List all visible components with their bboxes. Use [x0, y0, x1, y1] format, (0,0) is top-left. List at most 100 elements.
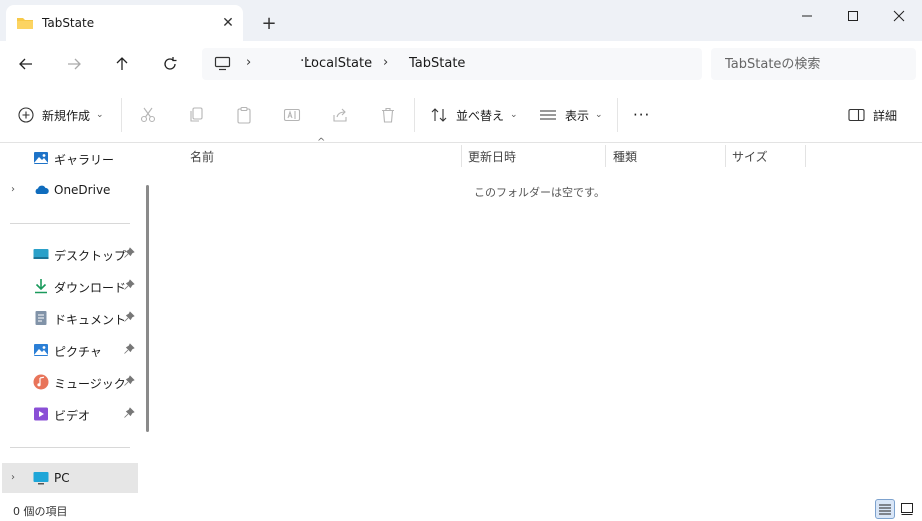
computer-icon [33, 470, 49, 486]
sidebar-scrollbar[interactable] [146, 185, 149, 432]
column-header-type[interactable]: 種類 [613, 148, 637, 168]
minimize-button[interactable] [784, 0, 830, 32]
sidebar-item-onedrive[interactable]: › OneDrive [0, 175, 138, 205]
column-divider[interactable] [461, 145, 462, 167]
scissors-icon [140, 107, 156, 123]
paste-button[interactable] [234, 105, 254, 125]
sort-button[interactable]: 並べ替え ⌄ [430, 100, 518, 130]
sidebar-item-documents[interactable]: ドキュメント [0, 303, 138, 333]
sidebar-item-label: ダウンロード [54, 281, 127, 295]
chevron-down-icon: ⌄ [510, 110, 518, 120]
sidebar-item-label: PC [54, 471, 70, 485]
sidebar-item-label: ドキュメント [54, 313, 127, 327]
sidebar-item-videos[interactable]: ビデオ [0, 399, 138, 429]
sidebar-item-gallery[interactable]: ギャラリー [0, 143, 138, 173]
sort-ascending-icon: ^ [317, 137, 326, 148]
pin-icon[interactable] [123, 343, 135, 355]
rename-icon [283, 108, 301, 122]
copy-icon [190, 107, 203, 122]
maximize-button[interactable] [830, 0, 876, 32]
column-header-size[interactable]: サイズ [732, 148, 768, 168]
sidebar-item-label: OneDrive [54, 183, 111, 197]
sidebar-item-label: ピクチャ [54, 345, 102, 359]
copy-button[interactable] [186, 105, 206, 125]
tab-tabstate[interactable]: TabState ✕ [6, 5, 243, 41]
clipboard-icon [237, 106, 251, 124]
title-bar: TabState ✕ + [0, 0, 922, 41]
divider [617, 98, 618, 132]
sidebar-item-label: ミュージック [54, 377, 126, 391]
tiles-view-button[interactable] [897, 499, 917, 519]
breadcrumb-localstate[interactable]: LocalState [304, 56, 372, 71]
breadcrumb-separator[interactable]: › [383, 55, 388, 70]
divider [10, 447, 130, 448]
rename-button[interactable] [282, 105, 302, 125]
address-bar[interactable]: › ··· LocalState › TabState [202, 48, 702, 80]
details-view-button[interactable] [875, 499, 895, 519]
sort-button-label: 並べ替え [456, 108, 505, 123]
tab-close-icon[interactable]: ✕ [218, 13, 238, 33]
search-input[interactable] [711, 48, 916, 80]
trash-icon [382, 107, 394, 123]
share-button[interactable] [330, 105, 350, 125]
sidebar-item-music[interactable]: ミュージック [0, 367, 138, 397]
desktop-icon [33, 246, 49, 262]
column-header-modified[interactable]: 更新日時 [468, 148, 516, 168]
cut-button[interactable] [138, 105, 158, 125]
command-bar: 新規作成 ⌄ 並べ替え ⌄ 表示 ⌄ ··· 詳細 [0, 86, 922, 143]
navigation-row: › ··· LocalState › TabState [0, 41, 922, 86]
pin-icon[interactable] [123, 279, 135, 291]
sidebar-item-pc[interactable]: › PC [2, 463, 138, 493]
sort-icon [431, 108, 447, 122]
pin-icon[interactable] [123, 311, 135, 323]
column-divider[interactable] [805, 145, 806, 167]
list-view-icon [540, 110, 556, 120]
sidebar-item-downloads[interactable]: ダウンロード [0, 271, 138, 301]
view-button-label: 表示 [565, 108, 590, 123]
up-button[interactable] [108, 51, 136, 77]
sidebar-item-label: デスクトップ [54, 249, 127, 263]
music-icon [33, 374, 49, 390]
sidebar-item-pictures[interactable]: ピクチャ [0, 335, 138, 365]
pin-icon[interactable] [123, 407, 135, 419]
divider [121, 98, 122, 132]
pin-icon[interactable] [123, 247, 135, 259]
back-button[interactable] [12, 51, 40, 77]
video-icon [33, 406, 49, 422]
cloud-icon [33, 182, 49, 198]
more-options-button[interactable]: ··· [633, 100, 650, 130]
file-list: ^ 名前 更新日時 種類 サイズ このフォルダーは空です。 [157, 137, 922, 496]
arrow-right-icon [68, 58, 81, 70]
forward-button[interactable] [60, 51, 88, 77]
gallery-icon [33, 150, 49, 166]
breadcrumb-separator[interactable]: › [246, 55, 251, 70]
column-divider[interactable] [605, 145, 606, 167]
sidebar-item-desktop[interactable]: デスクトップ [0, 239, 138, 269]
delete-button[interactable] [378, 105, 398, 125]
empty-folder-message: このフォルダーは空です。 [474, 186, 605, 199]
new-button[interactable]: 新規作成 ⌄ [18, 100, 104, 130]
download-icon [33, 278, 49, 294]
close-window-button[interactable] [876, 0, 922, 32]
minimize-icon [802, 15, 812, 17]
view-button[interactable]: 表示 ⌄ [539, 100, 603, 130]
details-pane-icon [848, 108, 865, 122]
arrow-up-icon [116, 57, 128, 70]
breadcrumb-tabstate[interactable]: TabState [409, 56, 465, 71]
refresh-icon [164, 57, 177, 70]
navigation-pane: ギャラリー › OneDrive デスクトップ ダウンロード ドキュメント ピク… [0, 143, 145, 496]
refresh-button[interactable] [156, 51, 184, 77]
folder-icon [16, 16, 34, 30]
chevron-down-icon: ⌄ [96, 110, 104, 120]
column-divider[interactable] [725, 145, 726, 167]
computer-icon[interactable] [214, 56, 231, 74]
pin-icon[interactable] [123, 375, 135, 387]
new-tab-button[interactable]: + [258, 12, 280, 34]
divider [10, 223, 130, 224]
chevron-right-icon[interactable]: › [11, 472, 15, 483]
column-header-name[interactable]: 名前 [190, 148, 214, 168]
tiles-view-icon [901, 503, 913, 515]
chevron-right-icon[interactable]: › [11, 184, 15, 195]
details-pane-button[interactable]: 詳細 [848, 100, 897, 130]
maximize-icon [848, 11, 858, 21]
